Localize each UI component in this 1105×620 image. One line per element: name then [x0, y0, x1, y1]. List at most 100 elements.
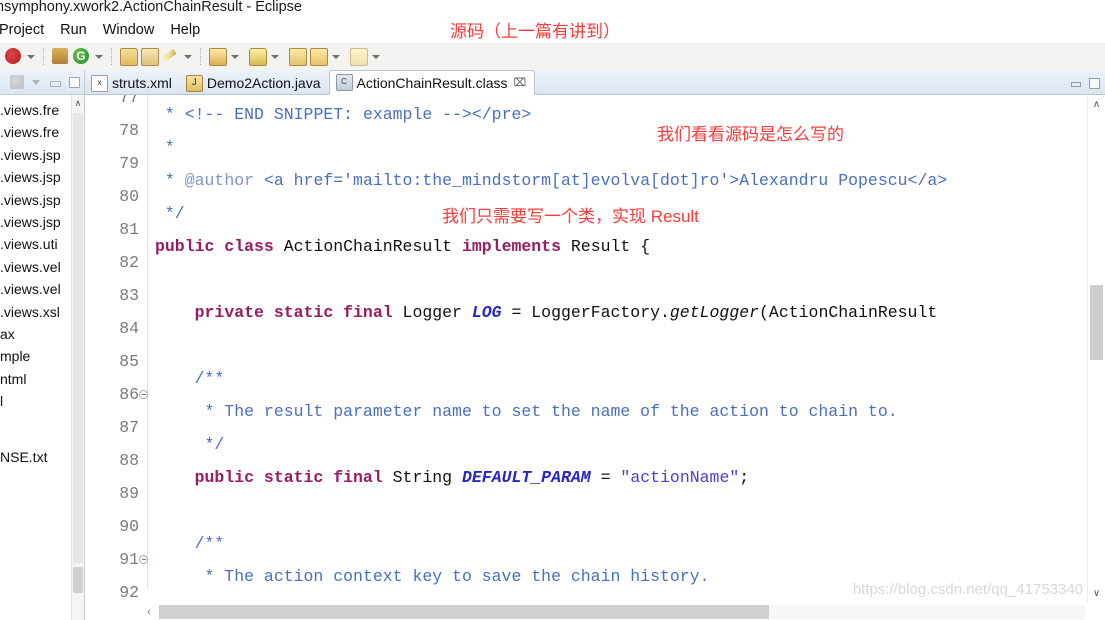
forward-icon[interactable] [309, 47, 328, 66]
link-with-editor-icon[interactable] [10, 75, 24, 89]
code-line[interactable]: * [148, 131, 1085, 164]
menu-item-run[interactable]: Run [52, 22, 95, 38]
history-dropdown-arrow[interactable] [330, 47, 341, 66]
code-token: = [590, 468, 621, 487]
code-text[interactable]: * &lt;/package&gt; * <!-- END SNIPPET: e… [148, 95, 1085, 589]
menu-item-window[interactable]: Window [95, 22, 163, 38]
fold-collapse-icon[interactable] [139, 390, 148, 399]
search-dropdown-arrow[interactable] [229, 47, 240, 66]
minimize-icon[interactable] [48, 75, 62, 89]
new-wizard-icon[interactable] [119, 47, 138, 66]
tree-item[interactable]: .views.uti [0, 233, 72, 255]
main-toolbar: G [0, 43, 1105, 71]
maximize-icon[interactable] [67, 75, 81, 89]
code-line[interactable]: * The action context key to save the cha… [148, 560, 1085, 589]
toolbar-group-search [204, 46, 244, 68]
view-menu-icon[interactable] [29, 75, 43, 89]
line-number: 88 [119, 451, 139, 470]
tab-label: Demo2Action.java [206, 75, 321, 91]
tab-actionchainresult-class[interactable]: C ActionChainResult.class ⌧ [328, 70, 536, 95]
bulb-dropdown-arrow[interactable] [269, 47, 280, 66]
close-icon[interactable]: ⌧ [513, 76, 526, 89]
code-line[interactable]: /** [148, 527, 1085, 560]
external-tools-dropdown-arrow[interactable] [93, 47, 104, 66]
code-token: Logger [402, 303, 472, 322]
package-explorer-panel: .views.fre .views.fre .views.jsp .views.… [0, 70, 85, 620]
debug-icon[interactable] [51, 47, 70, 66]
scroll-up-icon[interactable]: ∧ [1088, 97, 1105, 112]
tree-item[interactable]: .views.jsp [0, 166, 72, 188]
tree-item[interactable]: .views.vel [0, 256, 72, 278]
code-line[interactable]: public static final String DEFAULT_PARAM… [148, 461, 1085, 494]
code-token: ActionChainResult [283, 237, 462, 256]
edit-icon[interactable] [161, 47, 180, 66]
editor-hscroll-thumb[interactable] [159, 605, 769, 619]
external-tools-icon[interactable]: G [72, 47, 91, 66]
menu-item-help[interactable]: Help [162, 22, 208, 38]
tree-item[interactable]: .views.jsp [0, 189, 72, 211]
code-line[interactable]: /** [148, 362, 1085, 395]
next-annotation-icon[interactable] [349, 47, 368, 66]
explorer-scroll-thumb-secondary[interactable] [73, 567, 83, 593]
run-icon[interactable] [4, 47, 23, 66]
line-number: 81 [119, 220, 139, 239]
line-number: 82 [119, 253, 139, 272]
tree-item[interactable]: ntml [0, 368, 72, 390]
code-viewer[interactable]: 7778798081828384858687888990919293949596… [85, 95, 1105, 620]
search-icon[interactable] [208, 47, 227, 66]
tree-item[interactable]: mple [0, 345, 72, 367]
open-type-icon[interactable] [140, 47, 159, 66]
explorer-scroll-thumb[interactable] [73, 113, 83, 563]
code-token: * [155, 171, 185, 190]
tree-item[interactable]: .views.jsp [0, 211, 72, 233]
code-token: private static final [194, 303, 403, 322]
tree-item[interactable]: .views.xsl [0, 301, 72, 323]
run-dropdown-arrow[interactable] [25, 47, 36, 66]
code-line[interactable] [148, 329, 1085, 362]
scroll-down-icon[interactable]: ∨ [1088, 586, 1105, 601]
back-icon[interactable] [288, 47, 307, 66]
line-number: 89 [119, 484, 139, 503]
code-line[interactable]: public class ActionChainResult implement… [148, 230, 1085, 263]
editor-horizontal-scrollbar[interactable]: ‹ [85, 603, 1105, 620]
line-number: 83 [119, 286, 139, 305]
maximize-view-icon[interactable] [1088, 77, 1101, 90]
fold-collapse-icon[interactable] [139, 555, 148, 564]
bulb-icon[interactable] [248, 47, 267, 66]
tree-item[interactable]: .views.vel [0, 278, 72, 300]
code-line[interactable]: * @author <a href='mailto:the_mindstorm[… [148, 164, 1085, 197]
explorer-vertical-scrollbar[interactable]: ∧ [71, 95, 84, 620]
tree-item[interactable]: .views.jsp [0, 144, 72, 166]
tree-item[interactable]: ax [0, 323, 72, 345]
editor-hscroll-track[interactable] [159, 605, 1085, 619]
next-annotation-dropdown-arrow[interactable] [370, 47, 381, 66]
tree-item[interactable]: NSE.txt [0, 446, 72, 468]
tab-demo2action-java[interactable]: J Demo2Action.java [180, 72, 329, 94]
code-line[interactable]: private static final Logger LOG = Logger… [148, 296, 1085, 329]
code-line[interactable]: */ [148, 428, 1085, 461]
code-token: implements [461, 237, 571, 256]
tree-item[interactable]: .views.fre [0, 99, 72, 121]
code-line[interactable]: * The result parameter name to set the n… [148, 395, 1085, 428]
tree-item[interactable]: l [0, 390, 72, 412]
editor-scroll-thumb[interactable] [1090, 285, 1103, 360]
edit-dropdown-arrow[interactable] [182, 47, 193, 66]
scroll-left-icon[interactable]: ‹ [141, 604, 157, 620]
code-token: ; [739, 468, 750, 487]
tab-struts-xml[interactable]: x struts.xml [85, 72, 180, 94]
tree-item[interactable]: .views.fre [0, 121, 72, 143]
code-token: */ [155, 204, 185, 223]
code-line[interactable] [148, 263, 1085, 296]
line-number: 84 [119, 319, 139, 338]
editor-vertical-scrollbar[interactable]: ∧ ∨ [1087, 95, 1105, 603]
minimize-view-icon[interactable] [1069, 77, 1082, 90]
code-line[interactable]: * <!-- END SNIPPET: example --></pre> [148, 98, 1085, 131]
code-line[interactable] [148, 494, 1085, 527]
scroll-up-icon[interactable]: ∧ [72, 97, 84, 109]
menu-item-project[interactable]: Project [0, 22, 52, 38]
code-line[interactable]: */ [148, 197, 1085, 230]
toolbar-group-run [0, 46, 40, 68]
editor-area: x struts.xml J Demo2Action.java C Action… [85, 70, 1105, 620]
code-token: * [155, 138, 175, 157]
